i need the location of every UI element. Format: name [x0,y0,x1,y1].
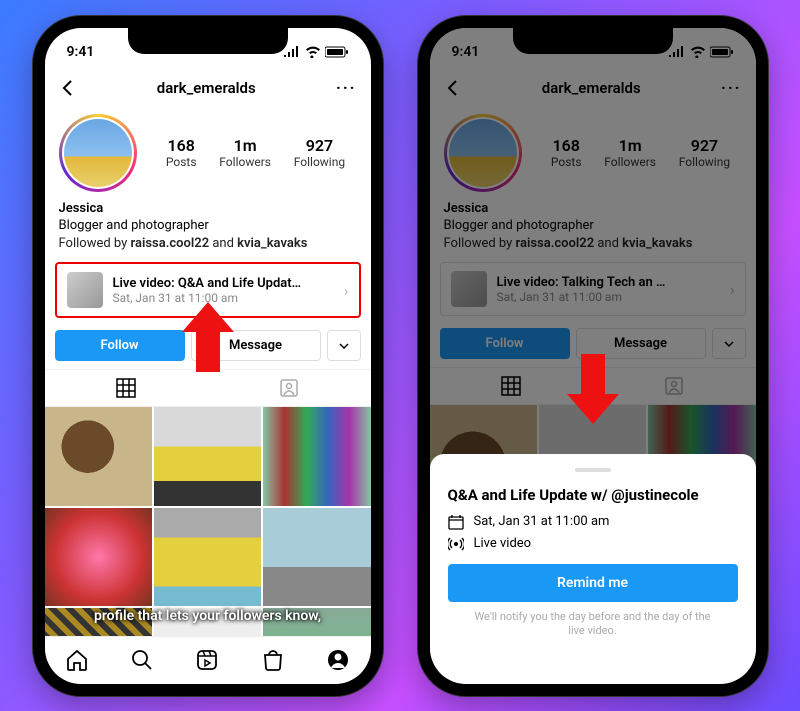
sheet-date-row: Sat, Jan 31 at 11:00 am [448,514,738,530]
chevron-right-icon: › [344,281,349,300]
phone-notch [513,28,673,54]
stat-following[interactable]: 927 Following [294,136,345,169]
post-thumbnail[interactable] [263,407,370,506]
post-thumbnail[interactable] [45,407,152,506]
followers-count: 1m [219,136,271,155]
profile-tabs [45,369,371,407]
search-icon[interactable] [130,648,154,672]
annotation-arrow-up [182,302,234,372]
status-time: 9:41 [67,44,95,60]
more-options-icon[interactable]: ··· [336,78,356,97]
battery-icon [325,46,349,58]
live-detail-sheet: Q&A and Life Update w/ @justinecole Sat,… [430,454,756,684]
wifi-icon [305,46,321,58]
caption-text: profile that lets your followers know, [45,608,371,624]
status-indicators [283,46,349,58]
phone-right: 9:41 dark_emeralds ··· 168 Posts [418,16,768,696]
sheet-date: Sat, Jan 31 at 11:00 am [474,514,610,529]
sheet-handle[interactable] [575,468,611,472]
bio-name: Jessica [59,200,357,218]
signal-icon [283,46,301,57]
shop-icon[interactable] [261,648,285,672]
bottom-nav [45,636,371,684]
broadcast-icon [448,536,464,552]
sheet-title: Q&A and Life Update w/ @justinecole [448,486,738,504]
bio-description: Blogger and photographer [59,217,357,235]
annotation-arrow-down [567,354,619,424]
chevron-down-icon [338,340,350,352]
post-thumbnail[interactable] [154,508,261,607]
tab-tagged[interactable] [208,370,371,406]
follow-button[interactable]: Follow [55,330,185,361]
profile-icon[interactable] [326,648,350,672]
post-thumbnail[interactable] [45,508,152,607]
live-title: Live video: Q&A and Life Updat… [113,276,334,291]
sheet-type-row: Live video [448,536,738,552]
followers-label: Followers [219,155,271,169]
remind-me-button[interactable]: Remind me [448,564,738,602]
header-username[interactable]: dark_emeralds [157,79,256,97]
stat-posts[interactable]: 168 Posts [166,136,197,169]
profile-header: dark_emeralds ··· [45,68,371,108]
post-thumbnail[interactable] [154,407,261,506]
suggestions-dropdown-button[interactable] [327,330,361,361]
tab-grid[interactable] [45,370,208,406]
phone-notch [128,28,288,54]
grid-icon [116,378,136,398]
followed-by: Followed by raissa.cool22 and kvia_kavak… [59,235,357,253]
post-thumbnail[interactable] [263,508,370,607]
following-label: Following [294,155,345,169]
phone-left: 9:41 dark_emeralds ··· 168 Posts [33,16,383,696]
back-icon[interactable] [59,79,77,97]
tagged-icon [279,378,299,398]
following-count: 927 [294,136,345,155]
sheet-type: Live video [474,536,532,551]
sheet-note: We'll notify you the day before and the … [448,610,738,639]
calendar-icon [448,514,464,530]
live-thumbnail [67,272,103,308]
reels-icon[interactable] [195,648,219,672]
profile-avatar[interactable] [59,114,137,192]
posts-count: 168 [166,136,197,155]
posts-label: Posts [166,155,197,169]
profile-bio: Jessica Blogger and photographer Followe… [45,198,371,261]
profile-stats-row: 168 Posts 1m Followers 927 Following [45,108,371,198]
home-icon[interactable] [65,648,89,672]
stat-followers[interactable]: 1m Followers [219,136,271,169]
